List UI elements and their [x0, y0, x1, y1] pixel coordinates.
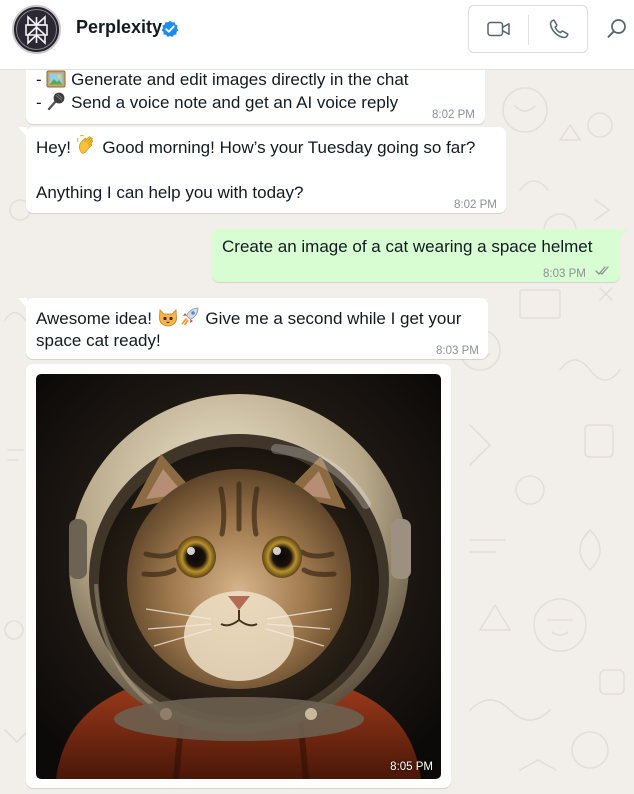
search-icon[interactable] [606, 17, 628, 41]
message-line: - Send a voice note and get an AI voice … [36, 91, 398, 117]
video-camera-icon [487, 21, 510, 37]
message-text: Good morning! How’s your Tuesday going s… [97, 138, 476, 157]
bullet: - [36, 70, 42, 89]
microphone-emoji-icon [46, 91, 66, 117]
contact-name[interactable]: Perplexity [76, 17, 162, 38]
bubble-tail [18, 127, 27, 137]
generated-image[interactable]: 8:05 PM [36, 374, 441, 779]
message-timestamp: 8:02 PM [454, 199, 497, 211]
message-text: Create an image of a cat wearing a space… [222, 237, 593, 256]
bubble-tail [619, 229, 628, 239]
message-text: Awesome idea! [36, 309, 157, 328]
waving-hand-emoji-icon [76, 134, 98, 162]
bullet: - [36, 93, 42, 112]
message-bubble-incoming[interactable]: - Generate and edit images directly in t… [26, 70, 485, 124]
message-timestamp: 8:02 PM [432, 109, 475, 121]
bubble-tail [18, 298, 27, 308]
chat-header: Perplexity [0, 0, 634, 70]
message-timestamp: 8:03 PM [543, 268, 586, 280]
message-timestamp: 8:03 PM [436, 345, 479, 357]
cat-astronaut-image [36, 374, 441, 779]
message-line: Hey! Good morning! How’s your Tuesday go… [36, 134, 475, 162]
phone-icon [549, 19, 569, 39]
read-receipt-icon [595, 266, 609, 275]
avatar[interactable] [12, 5, 61, 54]
rocket-emoji-icon [179, 305, 201, 333]
message-text: Anything I can help you with today? [36, 183, 304, 202]
image-timestamp: 8:05 PM [390, 761, 433, 773]
message-text: Hey! [36, 138, 76, 157]
call-button-group [468, 5, 588, 53]
message-text: Generate and edit images directly in the… [71, 70, 409, 89]
verified-badge-icon [161, 20, 179, 37]
chat-area[interactable]: - Generate and edit images directly in t… [0, 70, 634, 794]
message-text: Give me a second while I get your [200, 309, 462, 328]
message-bubble-incoming[interactable]: Hey! Good morning! How’s your Tuesday go… [18, 127, 506, 213]
message-text: space cat ready! [36, 331, 161, 350]
voice-call-button[interactable] [529, 6, 589, 52]
message-bubble-incoming[interactable]: Awesome idea! Give me a second while I g… [18, 298, 488, 359]
perplexity-logo-icon [16, 9, 57, 50]
message-text: Send a voice note and get an AI voice re… [71, 93, 399, 112]
message-bubble-outgoing[interactable]: Create an image of a cat wearing a space… [212, 229, 628, 282]
video-call-button[interactable] [469, 6, 529, 52]
